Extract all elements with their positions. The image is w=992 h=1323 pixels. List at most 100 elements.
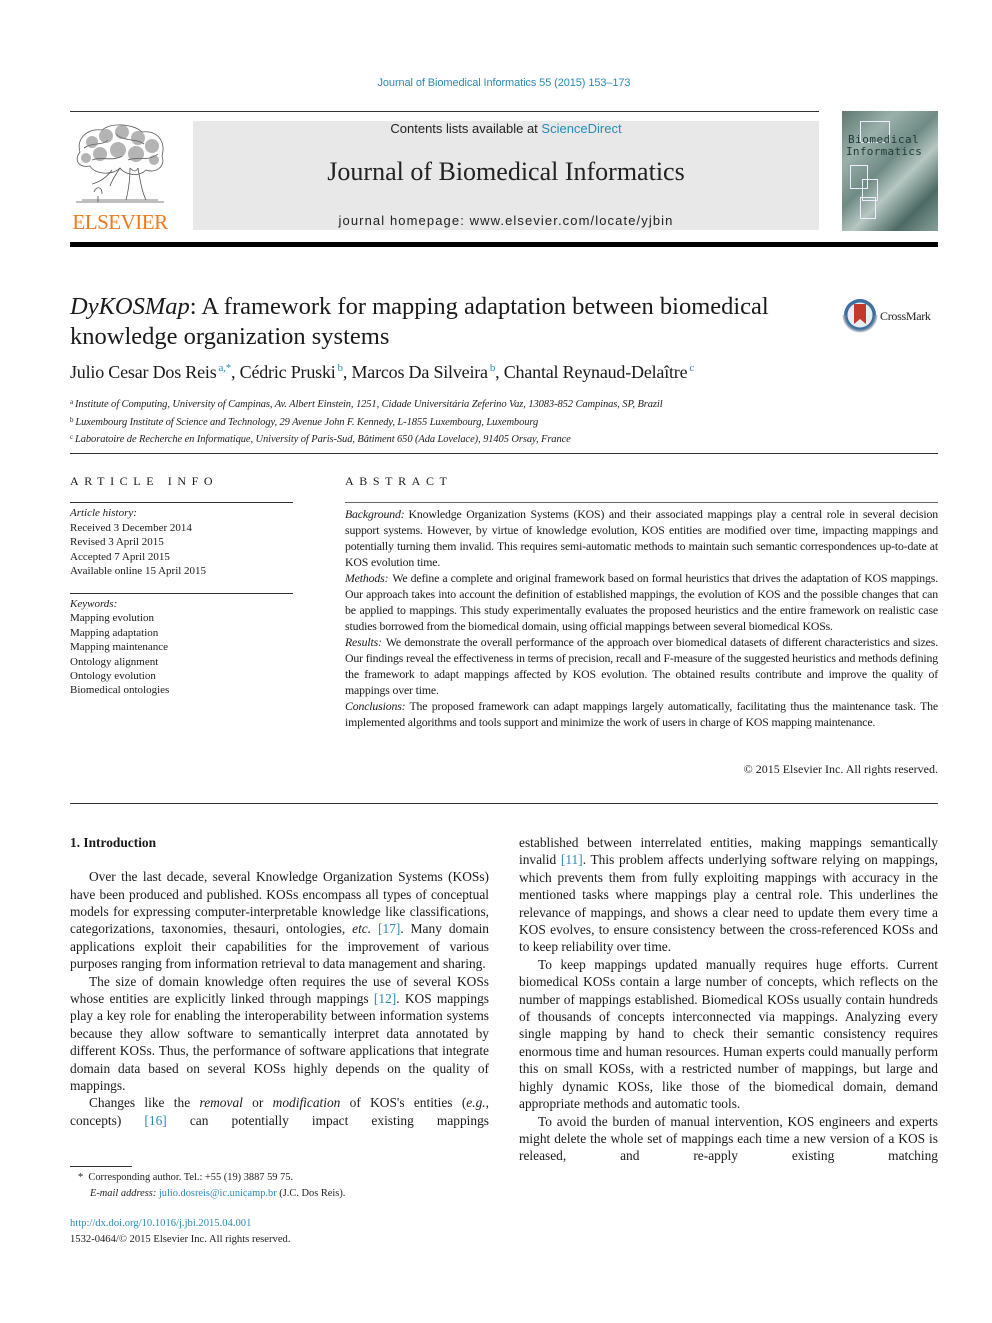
keyword-item: Ontology evolution: [70, 670, 156, 683]
body-paragraph: To avoid the burden of manual interventi…: [519, 1113, 938, 1165]
header-thick-rule: [70, 242, 938, 247]
abstract-section-label: Background:: [345, 507, 405, 521]
body-paragraph: Over the last decade, several Knowledge …: [70, 868, 489, 972]
elsevier-logo[interactable]: ELSEVIER: [70, 118, 170, 234]
author-affiliation-marker[interactable]: a,*: [219, 362, 232, 374]
abstract-copyright: © 2015 Elsevier Inc. All rights reserved…: [743, 762, 938, 776]
contents-line: Contents lists available at ScienceDirec…: [193, 121, 819, 136]
title-italic: DyKOSMap: [70, 293, 190, 320]
abstract-section-label: Conclusions:: [345, 699, 406, 713]
citation-link[interactable]: [12]: [374, 991, 396, 1006]
journal-reference-link[interactable]: Journal of Biomedical Informatics 55 (20…: [0, 77, 992, 89]
body-paragraph: established between interrelated entitie…: [519, 834, 938, 956]
body-paragraph: The size of domain knowledge often requi…: [70, 973, 489, 1095]
affiliation-key: b: [70, 415, 74, 424]
emphasis-text: etc.: [352, 921, 372, 937]
abstract-methods: Methods: We define a complete and origina…: [345, 570, 938, 634]
crossmark-button[interactable]: CrossMark: [842, 297, 942, 335]
elsevier-tree-icon: [76, 124, 164, 203]
header-rule: [70, 111, 819, 112]
sciencedirect-link[interactable]: ScienceDirect: [541, 121, 621, 136]
keyword-item: Mapping adaptation: [70, 626, 159, 639]
doi-link[interactable]: http://dx.doi.org/10.1016/j.jbi.2015.04.…: [70, 1216, 290, 1232]
affiliation-text: Institute of Computing, University of Ca…: [75, 399, 663, 410]
journal-masthead: Contents lists available at ScienceDirec…: [193, 121, 819, 230]
crossmark-label: CrossMark: [880, 309, 931, 323]
abstract-section-text: We define a complete and original framew…: [345, 571, 938, 633]
history-item: Revised 3 April 2015: [70, 536, 164, 549]
paragraph-text: of KOS's entities (: [340, 1095, 467, 1111]
cover-title-line2: Informatics: [846, 145, 923, 158]
author-name[interactable]: Julio Cesar Dos Reis: [70, 362, 217, 382]
abstract-results: Results: We demonstrate the overall perfo…: [345, 634, 938, 698]
elsevier-wordmark: ELSEVIER: [72, 210, 168, 234]
abstract-background: Background: Knowledge Organization System…: [345, 506, 938, 570]
author-name[interactable]: Chantal Reynaud-Delaître: [504, 362, 688, 382]
footnote-rule: [70, 1166, 132, 1167]
section-heading-introduction: 1. Introduction: [70, 835, 157, 850]
left-paragraphs: Over the last decade, several Knowledge …: [70, 868, 489, 1129]
emphasis-text: removal: [199, 1095, 243, 1111]
body-paragraph: To keep mappings updated manually requir…: [519, 956, 938, 1113]
doi-block: http://dx.doi.org/10.1016/j.jbi.2015.04.…: [70, 1216, 290, 1247]
keyword-item: Biomedical ontologies: [70, 684, 170, 697]
paragraph-text: can potentially impact existing mappings: [166, 1112, 489, 1128]
abstract-section-text: We demonstrate the overall performance o…: [345, 635, 938, 697]
affiliation-key: c: [70, 433, 74, 442]
paragraph-text: . This problem affects underlying softwa…: [519, 852, 938, 955]
abstract-section-label: Methods:: [345, 571, 389, 585]
section-rule: [70, 453, 938, 454]
paragraph-text: [371, 921, 378, 936]
emphasis-text: e.g.: [466, 1095, 486, 1111]
affiliation-item: a Institute of Computing, University of C…: [70, 395, 940, 413]
abstract-conclusions: Conclusions: The proposed framework can a…: [345, 698, 938, 730]
keywords: Keywords: Mapping evolution Mapping adap…: [70, 597, 293, 698]
email-link[interactable]: julio.dosreis@ic.unicamp.br: [159, 1188, 277, 1199]
author-affiliation-marker[interactable]: c: [689, 362, 694, 374]
paragraph-text: or: [242, 1095, 273, 1111]
contents-prefix: Contents lists available at: [390, 121, 542, 136]
email-note: E-mail address: julio.dosreis@ic.unicamp…: [78, 1186, 498, 1202]
crossmark-icon: [842, 299, 878, 333]
history-item: Available online 15 April 2015: [70, 565, 207, 578]
affiliation-key: a: [70, 398, 74, 406]
history-heading: Article history:: [70, 507, 137, 519]
emphasis-text: modification: [272, 1095, 341, 1111]
journal-homepage[interactable]: journal homepage: www.elsevier.com/locat…: [193, 213, 819, 228]
abstract-heading: ABSTRACT: [345, 474, 453, 488]
author-affiliation-marker[interactable]: b: [338, 362, 344, 374]
abstract-section-label: Results:: [345, 635, 382, 649]
affiliation-text: Luxembourg Institute of Science and Tech…: [75, 416, 539, 428]
footnote: * Corresponding author. Tel.: +55 (19) 3…: [78, 1170, 498, 1202]
email-owner: (J.C. Dos Reis).: [279, 1188, 346, 1199]
corresponding-author-text: Corresponding author. Tel.: +55 (19) 388…: [88, 1172, 294, 1183]
body-column-left: 1. Introduction Over the last decade, se…: [70, 834, 489, 1129]
affiliation-text: Laboratoire de Recherche en Informatique…: [75, 434, 571, 446]
journal-name: Journal of Biomedical Informatics: [327, 157, 685, 186]
article-title: DyKOSMap: A framework for mapping adapta…: [70, 292, 820, 352]
issn-copyright: 1532-0464/© 2015 Elsevier Inc. All right…: [70, 1233, 291, 1245]
author-name[interactable]: Marcos Da Silveira: [351, 362, 488, 382]
abstract-rule: [345, 502, 938, 503]
journal-cover-image[interactable]: Biomedical Informatics: [842, 111, 938, 231]
body-column-right: established between interrelated entitie…: [519, 834, 938, 1165]
abstract-body: Background: Knowledge Organization System…: [345, 506, 938, 730]
author-affiliation-marker[interactable]: b: [490, 362, 496, 374]
citation-link[interactable]: [16]: [144, 1113, 166, 1128]
affiliation-item: c Laboratoire de Recherche en Informatiqu…: [70, 430, 940, 448]
keywords-rule: [70, 593, 293, 594]
author-name[interactable]: Cédric Pruski: [240, 362, 336, 382]
footnote-marker: *: [78, 1172, 84, 1183]
article-info-rule: [70, 502, 293, 503]
citation-link[interactable]: [17]: [378, 921, 400, 936]
paragraph-text: . KOS mappings play a key role for enabl…: [70, 991, 489, 1094]
keyword-item: Mapping maintenance: [70, 641, 169, 654]
right-paragraphs: established between interrelated entitie…: [519, 834, 938, 1165]
paragraph-text: To keep mappings updated manually requir…: [519, 956, 938, 1112]
citation-link[interactable]: [11]: [561, 852, 583, 867]
history-item: Accepted 7 April 2015: [70, 550, 170, 563]
article-info-heading: ARTICLE INFO: [70, 474, 219, 488]
abstract-section-text: The proposed framework can adapt mapping…: [345, 699, 938, 729]
corresponding-author-note: * Corresponding author. Tel.: +55 (19) 3…: [78, 1170, 498, 1186]
cover-decoration: [860, 197, 876, 219]
